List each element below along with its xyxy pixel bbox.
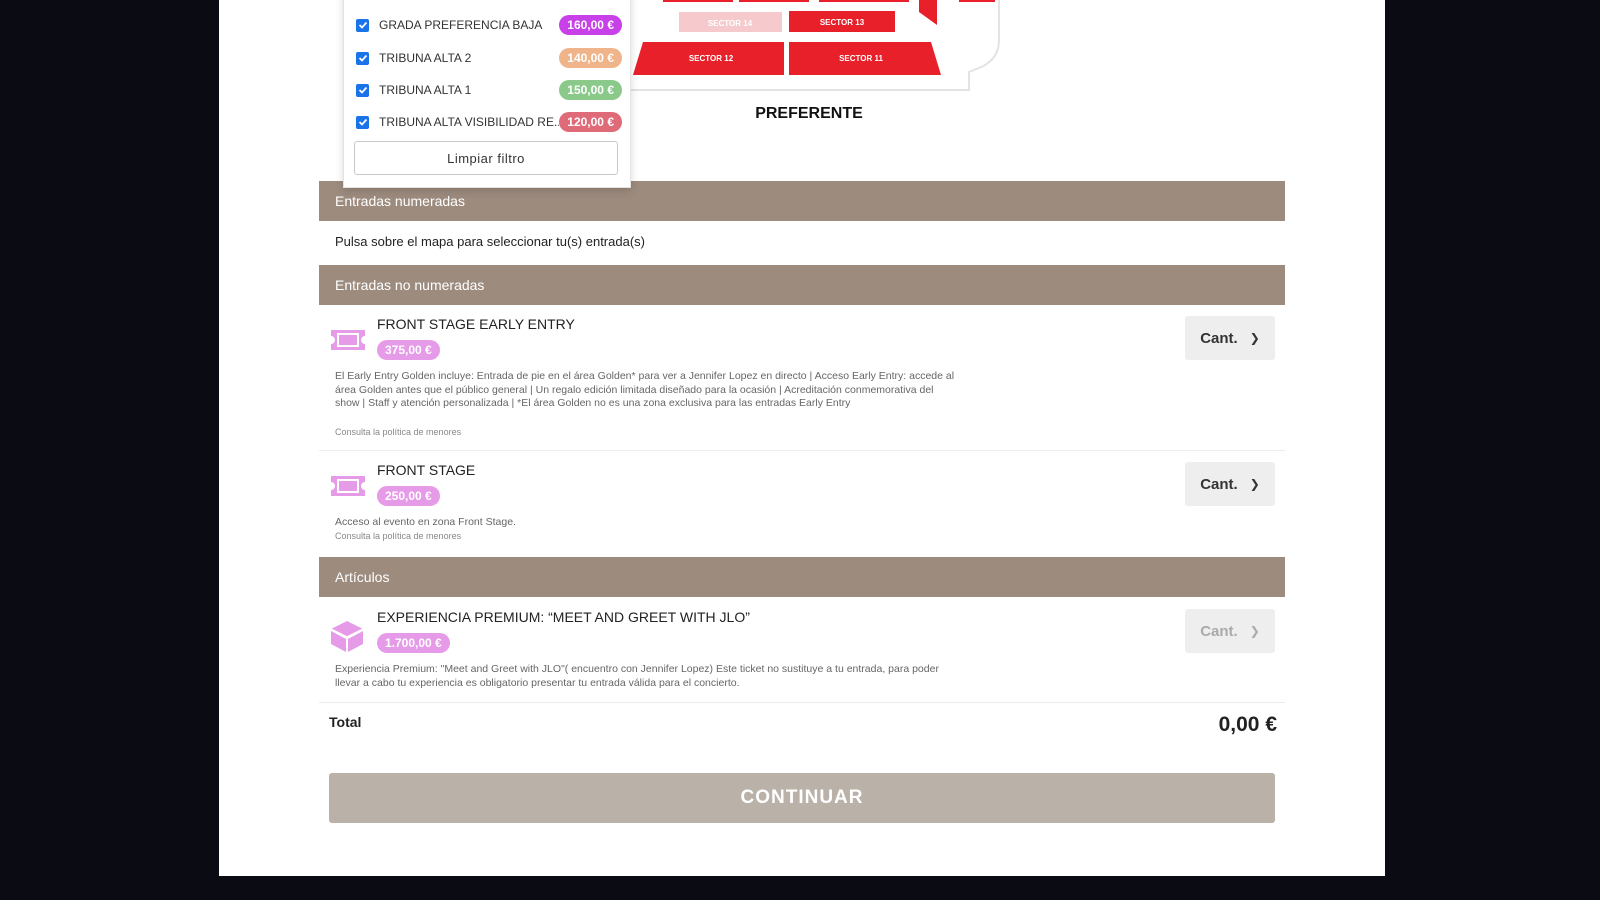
checkbox-checked-icon[interactable] [356, 51, 369, 65]
quantity-select[interactable]: Cant. ❯ [1185, 462, 1275, 506]
sector-12-label: SECTOR 12 [689, 54, 734, 63]
ticket-description: El Early Entry Golden incluye: Entrada d… [335, 370, 955, 409]
ticket-icon [331, 330, 365, 350]
chevron-down-icon: ❯ [1249, 624, 1260, 638]
ticket-item: FRONT STAGE EARLY ENTRY 375,00 € Cant. ❯ … [319, 316, 1285, 440]
ticket-price: 250,00 € [377, 486, 440, 506]
quantity-select[interactable]: Cant. ❯ [1185, 609, 1275, 653]
quantity-select-label: Cant. [1200, 622, 1238, 640]
minors-policy-link[interactable]: Consulta la política de menores [335, 427, 461, 437]
ticket-title: FRONT STAGE EARLY ENTRY [377, 316, 575, 332]
ticket-title: FRONT STAGE [377, 462, 476, 478]
quantity-select-label: Cant. [1200, 329, 1238, 347]
ticket-icon [331, 476, 365, 496]
article-price: 1.700,00 € [377, 633, 450, 653]
price-pill: 120,00 € [559, 112, 622, 132]
sector-14[interactable]: SECTOR 14 [679, 12, 782, 32]
sector-14-label: SECTOR 14 [708, 19, 753, 28]
continue-button[interactable]: CONTINUAR [329, 773, 1275, 823]
filter-option[interactable]: GRADA PREFERENCIA BAJA 160,00 € [356, 13, 622, 37]
price-pill: 150,00 € [559, 80, 622, 100]
article-title: EXPERIENCIA PREMIUM: “MEET AND GREET WIT… [377, 609, 750, 625]
ticket-price: 375,00 € [377, 340, 440, 360]
minors-policy-link[interactable]: Consulta la política de menores [335, 531, 461, 541]
chevron-down-icon: ❯ [1249, 477, 1260, 491]
ticket-description: Acceso al evento en zona Front Stage. [335, 516, 516, 528]
article-description: Experiencia Premium: "Meet and Greet wit… [335, 663, 939, 689]
articles-header: Artículos [319, 557, 1285, 597]
price-filter-dropdown: GRADA PREFERENCIA BAJA 160,00 € TRIBUNA … [343, 0, 631, 188]
total-label: Total [329, 714, 362, 730]
filter-option[interactable]: TRIBUNA ALTA VISIBILIDAD RE... 120,00 € [356, 110, 622, 134]
checkbox-checked-icon[interactable] [356, 115, 369, 129]
divider [319, 450, 1285, 451]
price-pill: 140,00 € [559, 48, 622, 68]
chevron-down-icon: ❯ [1249, 331, 1260, 345]
checkbox-checked-icon[interactable] [356, 83, 369, 97]
quantity-select[interactable]: Cant. ❯ [1185, 316, 1275, 360]
filter-option-label: TRIBUNA ALTA 2 [379, 51, 472, 65]
clear-filter-button[interactable]: Limpiar filtro [354, 141, 618, 175]
total-value: 0,00 € [1218, 713, 1277, 736]
sector-11[interactable]: SECTOR 11 [789, 42, 941, 75]
map-hint-text: Pulsa sobre el mapa para seleccionar tu(… [335, 234, 645, 249]
divider [319, 702, 1285, 703]
article-item: EXPERIENCIA PREMIUM: “MEET AND GREET WIT… [319, 609, 1285, 699]
checkbox-checked-icon[interactable] [356, 18, 369, 32]
filter-option-label: TRIBUNA ALTA 1 [379, 83, 472, 97]
checkout-page: SECTOR 14 SECTOR 13 SECTOR 12 SECTOR 11 … [219, 0, 1385, 876]
filter-option[interactable]: TRIBUNA ALTA 1 150,00 € [356, 78, 622, 102]
unnumbered-tickets-header: Entradas no numeradas [319, 265, 1285, 305]
sector-13-label: SECTOR 13 [820, 18, 865, 27]
filter-option-label: TRIBUNA ALTA VISIBILIDAD RE... [379, 115, 560, 129]
venue-map[interactable]: SECTOR 14 SECTOR 13 SECTOR 12 SECTOR 11 … [619, 0, 1239, 130]
ticket-item: FRONT STAGE 250,00 € Cant. ❯ Acceso al ev… [319, 462, 1285, 552]
filter-option-label: GRADA PREFERENCIA BAJA [379, 18, 543, 32]
sector-12[interactable]: SECTOR 12 [633, 42, 784, 75]
quantity-select-label: Cant. [1200, 475, 1238, 493]
sector-13[interactable]: SECTOR 13 [789, 11, 895, 32]
filter-option[interactable]: TRIBUNA ALTA 2 140,00 € [356, 46, 622, 70]
box-icon [330, 621, 364, 652]
sector-11-label: SECTOR 11 [839, 54, 883, 63]
zone-label: PREFERENTE [755, 105, 863, 122]
price-pill: 160,00 € [559, 15, 622, 35]
